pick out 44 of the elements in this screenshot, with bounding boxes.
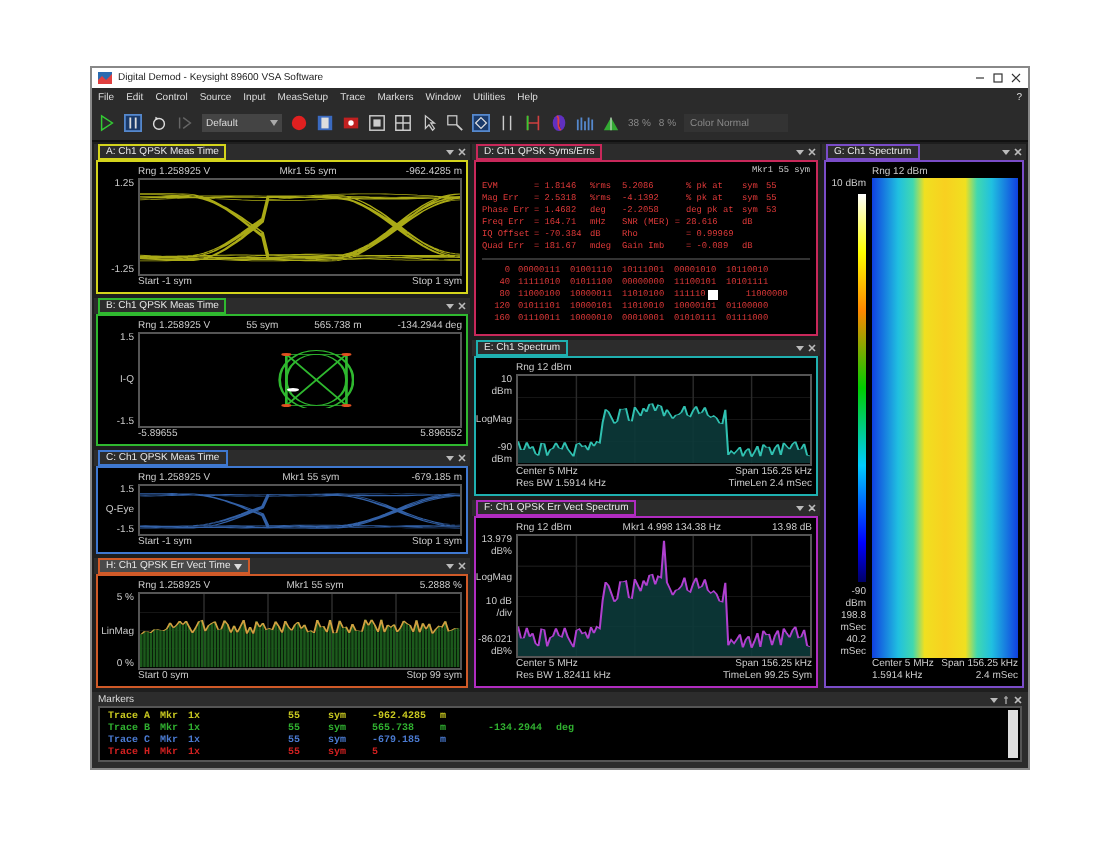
caret-icon xyxy=(270,120,278,126)
band-marker-icon[interactable] xyxy=(498,114,516,132)
close-icon[interactable] xyxy=(1010,72,1022,84)
dropdown-icon[interactable] xyxy=(1002,148,1010,156)
layout-icon[interactable] xyxy=(368,114,386,132)
record-icon[interactable] xyxy=(290,114,308,132)
constellation-drawing xyxy=(277,349,355,409)
cursor-block xyxy=(707,290,718,300)
dropdown-icon[interactable] xyxy=(446,148,454,156)
waterfall-icon[interactable] xyxy=(576,114,594,132)
dropdown-icon[interactable] xyxy=(796,148,804,156)
close-icon[interactable] xyxy=(808,503,816,512)
spectrum-icon[interactable] xyxy=(602,114,620,132)
pause-icon[interactable] xyxy=(124,114,142,132)
minimize-icon[interactable] xyxy=(974,72,986,84)
app-icon xyxy=(98,72,112,84)
dropdown-icon[interactable] xyxy=(446,453,454,462)
dropdown-icon[interactable] xyxy=(446,302,454,311)
close-icon[interactable] xyxy=(458,148,466,156)
play-icon[interactable] xyxy=(98,114,116,132)
close-icon[interactable] xyxy=(458,302,466,311)
scrollbar[interactable] xyxy=(1008,710,1018,758)
recording-icon[interactable] xyxy=(316,114,334,132)
player-icon[interactable] xyxy=(342,114,360,132)
close-icon[interactable] xyxy=(458,453,466,462)
dropdown-icon[interactable] xyxy=(796,503,804,512)
palette-icon[interactable] xyxy=(550,114,568,132)
marker-icon[interactable] xyxy=(472,114,490,132)
close-icon[interactable] xyxy=(808,344,816,353)
pin-icon[interactable] xyxy=(1002,695,1010,703)
grid-icon[interactable] xyxy=(394,114,412,132)
close-icon[interactable] xyxy=(1014,695,1022,703)
delta-marker-icon[interactable] xyxy=(524,114,542,132)
dropdown-icon[interactable] xyxy=(796,344,804,353)
close-icon[interactable] xyxy=(808,148,816,156)
step-icon[interactable] xyxy=(176,114,194,132)
restart-icon[interactable] xyxy=(150,114,168,132)
close-icon[interactable] xyxy=(1014,148,1022,156)
caret-icon xyxy=(234,563,243,570)
pointer-icon[interactable] xyxy=(420,114,438,132)
close-icon[interactable] xyxy=(458,562,466,571)
zoom-icon[interactable] xyxy=(446,114,464,132)
dropdown-icon[interactable] xyxy=(446,562,454,571)
maximize-icon[interactable] xyxy=(992,72,1004,84)
